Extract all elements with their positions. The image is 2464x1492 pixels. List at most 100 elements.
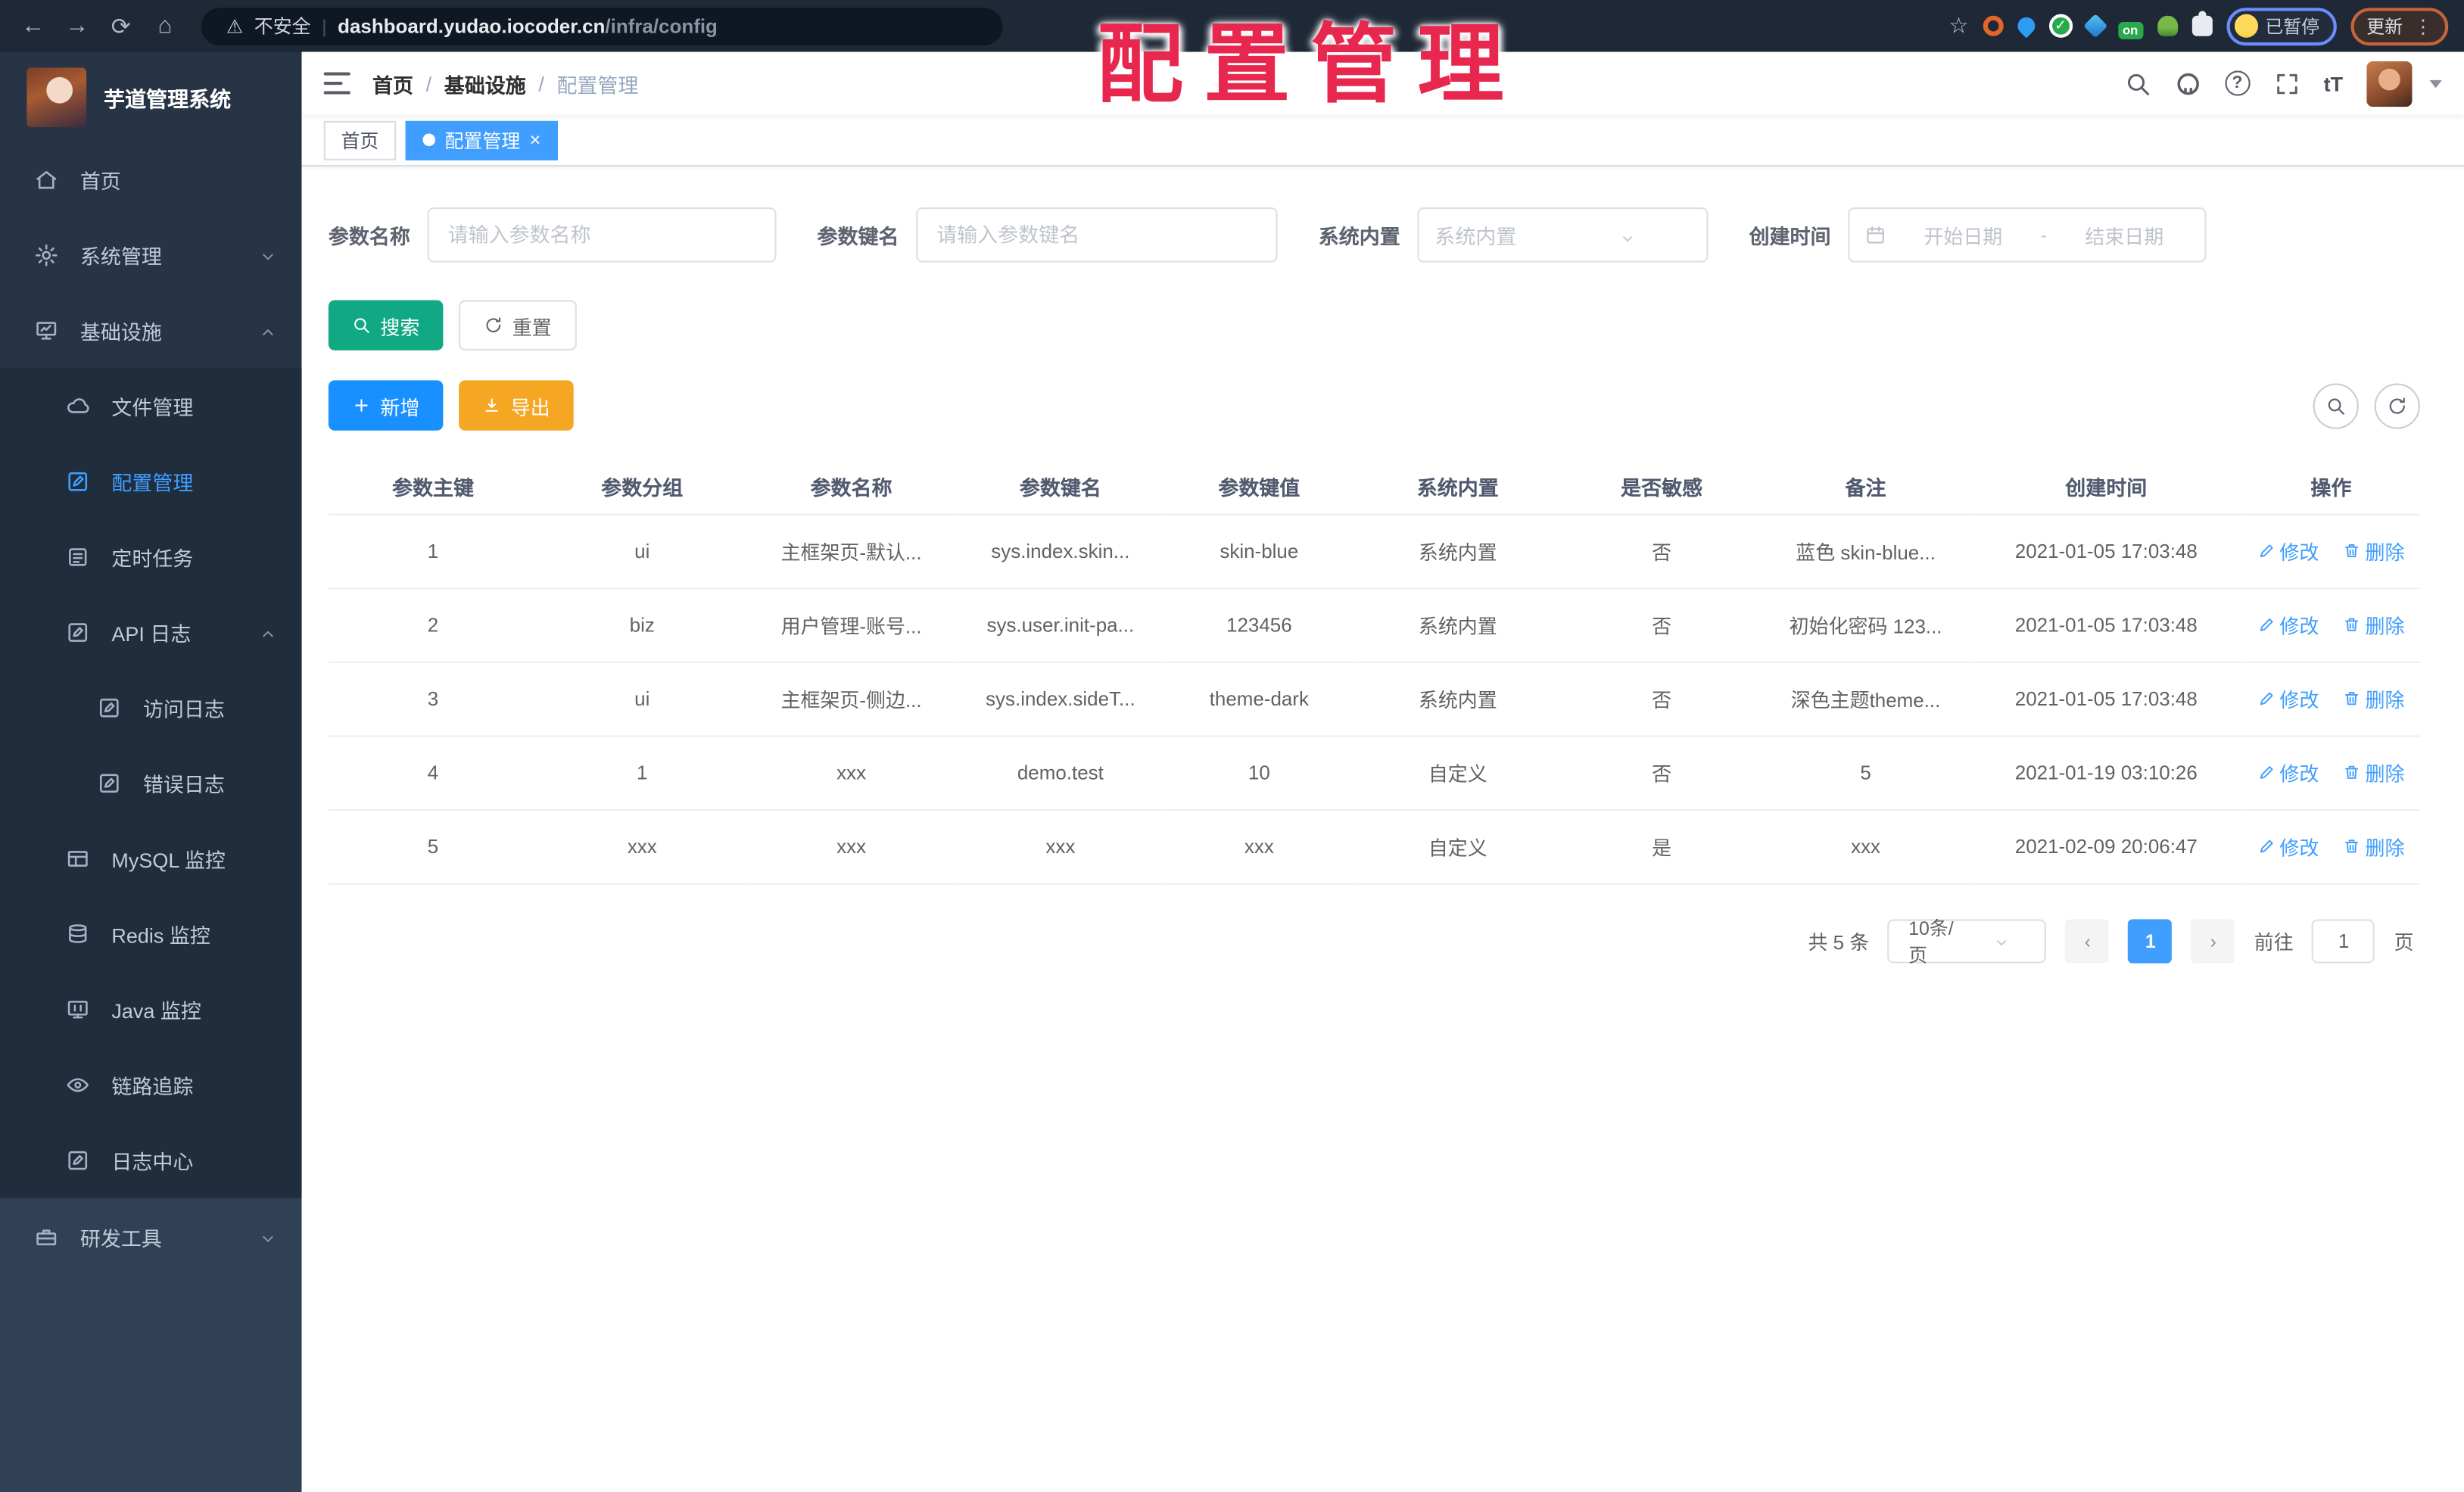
url-divider: | <box>322 14 327 37</box>
briefcase-icon <box>35 1225 58 1248</box>
browser-reload-icon[interactable]: ⟳ <box>104 8 139 43</box>
sidebar-item-log-center[interactable]: 日志中心 <box>0 1122 302 1198</box>
sidebar-item-java[interactable]: Java 监控 <box>0 970 302 1047</box>
col-header-created: 创建时间 <box>1970 460 2242 515</box>
browser-forward-icon[interactable]: → <box>60 8 95 43</box>
sidebar-menu: 芋道管理系统 首页 系统管理 基础设施 文件管理 配置管理 定时任务 API 日… <box>0 51 302 1198</box>
sidebar-logo-row[interactable]: 芋道管理系统 <box>0 52 302 142</box>
edit-link[interactable]: 修改 <box>2257 758 2319 787</box>
page-number-button[interactable]: 1 <box>2128 918 2173 963</box>
tab-config[interactable]: 配置管理 × <box>405 120 559 160</box>
delete-link[interactable]: 删除 <box>2343 758 2404 787</box>
tab-label: 首页 <box>341 129 379 152</box>
refresh-table-button[interactable] <box>2374 382 2420 428</box>
delete-link[interactable]: 删除 <box>2343 609 2404 639</box>
breadcrumb-infra[interactable]: 基础设施 <box>444 68 526 98</box>
extension-person-icon[interactable] <box>2157 15 2178 36</box>
sidebar-item-label: 配置管理 <box>111 470 194 494</box>
monitor-icon <box>35 318 58 341</box>
user-avatar[interactable] <box>2366 60 2413 107</box>
table-mini-actions <box>2313 382 2420 428</box>
page-size-select[interactable]: 10条/页 <box>1888 917 2047 966</box>
sidebar-item-redis[interactable]: Redis 监控 <box>0 896 302 971</box>
extension-on-badge[interactable]: on <box>2117 22 2143 39</box>
breadcrumb: 首页 / 基础设施 / 配置管理 <box>372 68 638 98</box>
sidebar-item-dev-tools[interactable]: 研发工具 <box>0 1199 302 1275</box>
breadcrumb-home[interactable]: 首页 <box>372 68 413 98</box>
security-warning-icon: ⚠ <box>226 14 244 37</box>
date-range-picker[interactable]: 开始日期 - 结束日期 <box>1848 207 2207 263</box>
sidebar-item-config[interactable]: 配置管理 <box>0 443 302 519</box>
extension-diamond-icon[interactable] <box>2082 14 2107 39</box>
eye-icon <box>66 1073 89 1096</box>
sidebar-item-infra[interactable]: 基础设施 <box>0 292 302 368</box>
sidebar-item-label: 系统管理 <box>79 244 162 268</box>
user-menu-caret-icon[interactable] <box>2429 79 2442 88</box>
next-page-button[interactable]: › <box>2191 918 2235 963</box>
sidebar-item-api-log[interactable]: API 日志 <box>0 593 302 670</box>
edit-link[interactable]: 修改 <box>2257 684 2319 713</box>
delete-link[interactable]: 删除 <box>2343 684 2404 713</box>
sidebar-item-error-log[interactable]: 错误日志 <box>0 744 302 821</box>
address-bar[interactable]: ⚠ 不安全 | dashboard.yudao.iocoder.cn/infra… <box>201 7 1003 45</box>
table-toolbar: 新增 导出 <box>328 380 2433 431</box>
profile-paused-chip[interactable]: 已暂停 <box>2226 7 2337 45</box>
sidebar-item-label: 访问日志 <box>142 696 225 721</box>
goto-page-input[interactable] <box>2312 918 2375 963</box>
edit-link[interactable]: 修改 <box>2257 609 2319 639</box>
browser-back-icon[interactable]: ← <box>16 8 51 43</box>
config-table: 参数主键 参数分组 参数名称 参数键名 参数键值 系统内置 是否敏感 备注 创建… <box>328 460 2420 884</box>
close-tab-icon[interactable]: × <box>530 130 541 149</box>
browser-menu-icon[interactable]: ⋮ <box>2414 17 2433 36</box>
github-icon[interactable] <box>2174 70 2201 96</box>
param-key-input[interactable] <box>916 207 1278 263</box>
tab-home[interactable]: 首页 <box>323 120 397 160</box>
sidebar-item-access-log[interactable]: 访问日志 <box>0 669 302 745</box>
search-icon[interactable] <box>2124 70 2151 96</box>
edit-link[interactable]: 修改 <box>2257 831 2319 861</box>
extension-pin-icon[interactable] <box>2014 14 2039 39</box>
toggle-search-button[interactable] <box>2313 382 2359 428</box>
param-name-label: 参数名称 <box>328 224 410 248</box>
reset-button[interactable]: 重置 <box>459 300 577 350</box>
add-button[interactable]: 新增 <box>328 380 444 431</box>
param-name-input[interactable] <box>427 207 777 263</box>
font-size-icon[interactable]: tT <box>2324 71 2343 95</box>
table-row: 4 1 xxx demo.test 10 自定义 否 5 2021-01-19 … <box>328 735 2420 811</box>
search-button[interactable]: 搜索 <box>328 300 444 350</box>
browser-update-button[interactable]: 更新 ⋮ <box>2350 7 2449 45</box>
extension-donut-icon[interactable] <box>1983 15 2004 36</box>
delete-link[interactable]: 删除 <box>2343 536 2404 565</box>
topbar-actions: ? tT <box>2124 60 2442 107</box>
sidebar-item-label: Redis 监控 <box>111 923 210 947</box>
sidebar-item-tracing[interactable]: 链路追踪 <box>0 1046 302 1123</box>
plus-icon <box>352 396 371 415</box>
tab-label: 配置管理 <box>444 129 521 152</box>
sidebar-item-label: 基础设施 <box>79 319 162 344</box>
sidebar-item-mysql[interactable]: MySQL 监控 <box>0 820 302 896</box>
help-icon[interactable]: ? <box>2224 70 2251 96</box>
browser-home-icon[interactable]: ⌂ <box>148 8 182 43</box>
col-header-key: 参数键名 <box>955 460 1166 515</box>
sidebar-item-system[interactable]: 系统管理 <box>0 216 302 292</box>
edit-link[interactable]: 修改 <box>2257 536 2319 565</box>
system-builtin-select[interactable]: 系统内置 <box>1417 207 1709 263</box>
table-row: 3 ui 主框架页-侧边... sys.index.sideT... theme… <box>328 661 2420 737</box>
edit-square-icon <box>66 469 89 493</box>
sidebar-collapse-icon[interactable] <box>323 72 350 95</box>
sidebar-item-label: 日志中心 <box>111 1149 194 1173</box>
bookmark-star-icon[interactable]: ☆ <box>1948 13 1968 39</box>
extension-check-icon[interactable]: ✓ <box>2048 14 2073 38</box>
sidebar-item-label: MySQL 监控 <box>111 847 226 872</box>
sidebar-item-job[interactable]: 定时任务 <box>0 519 302 594</box>
fullscreen-icon[interactable] <box>2273 70 2300 96</box>
app-title: 芋道管理系统 <box>104 87 232 111</box>
sidebar-item-file[interactable]: 文件管理 <box>0 367 302 444</box>
export-button[interactable]: 导出 <box>459 380 574 431</box>
security-label: 不安全 <box>254 15 311 38</box>
delete-link[interactable]: 删除 <box>2343 831 2404 861</box>
prev-page-button[interactable]: ‹ <box>2065 918 2110 963</box>
export-button-label: 导出 <box>510 397 550 419</box>
extensions-puzzle-icon[interactable] <box>2191 11 2212 36</box>
sidebar-item-home[interactable]: 首页 <box>0 142 302 217</box>
